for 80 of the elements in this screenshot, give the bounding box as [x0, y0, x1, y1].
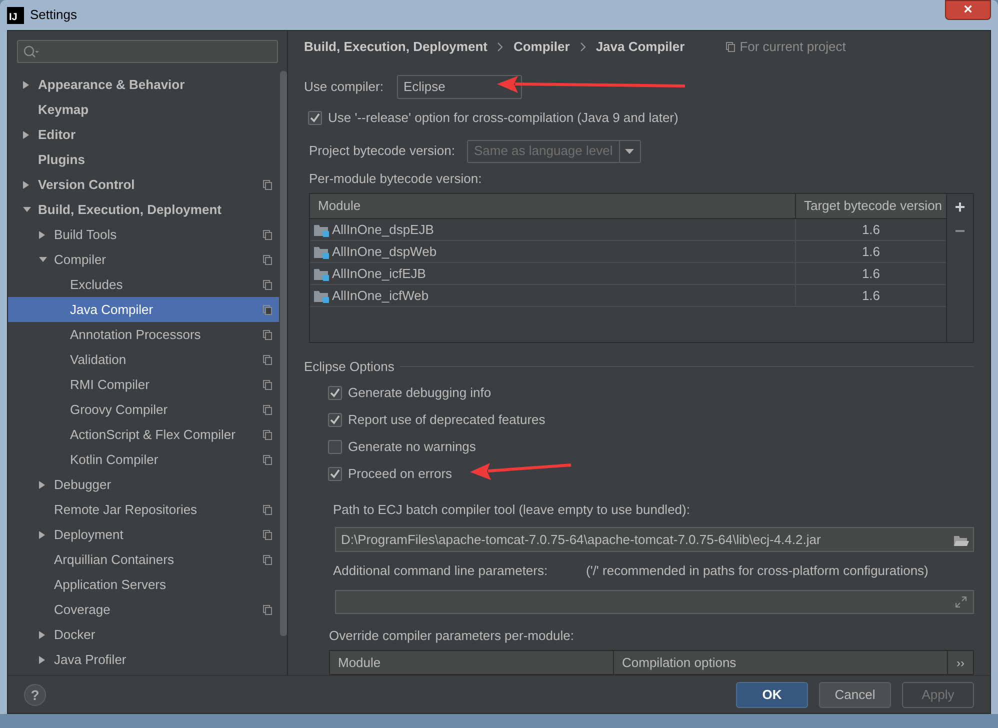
- sidebar-item[interactable]: Deployment: [8, 522, 279, 547]
- checkbox[interactable]: [328, 440, 342, 454]
- sidebar-item[interactable]: Application Servers: [8, 572, 279, 597]
- expand-icon: [955, 596, 967, 608]
- column-header: Compilation options: [613, 651, 947, 674]
- checkbox-label: Use '--release' option for cross-compilation (Java 9 and later): [328, 109, 678, 127]
- sidebar-item[interactable]: Arquillian Containers: [8, 547, 279, 572]
- section-title: Eclipse Options: [304, 358, 394, 376]
- sidebar-item[interactable]: Remote Jar Repositories: [8, 497, 279, 522]
- sidebar-item[interactable]: Build, Execution, Deployment: [8, 197, 279, 222]
- table-cell: 1.6: [795, 285, 946, 306]
- table-cell: 1.6: [795, 263, 946, 284]
- chevron-icon: [497, 42, 504, 52]
- dropdown-arrow-icon: [625, 148, 634, 154]
- table-cell: AllInOne_dspEJB: [310, 219, 795, 240]
- sidebar-item[interactable]: Appearance & Behavior: [8, 72, 279, 97]
- breadcrumb-item: Java Compiler: [596, 38, 685, 56]
- parameters-field[interactable]: [335, 590, 974, 614]
- compiler-dropdown[interactable]: Eclipse: [397, 75, 522, 99]
- checkbox-label: Proceed on errors: [348, 464, 452, 483]
- breadcrumb-item: Build, Execution, Deployment: [304, 38, 488, 56]
- sidebar-item[interactable]: RMI Compiler: [8, 372, 279, 397]
- sidebar-item[interactable]: Excludes: [8, 272, 279, 297]
- breadcrumb-item: Compiler: [513, 38, 570, 56]
- sidebar-item[interactable]: Kotlin Compiler: [8, 447, 279, 472]
- checkbox-label: Report use of deprecated features: [348, 410, 546, 429]
- checkbox[interactable]: [328, 386, 342, 400]
- field-label: Project bytecode version:: [309, 142, 455, 160]
- window-title: Settings: [30, 6, 77, 24]
- checkbox-label: Generate no warnings: [348, 438, 476, 456]
- sidebar-item[interactable]: Docker: [8, 622, 279, 647]
- search-field[interactable]: [17, 40, 278, 63]
- search-icon: [23, 45, 39, 58]
- module-icon: [314, 266, 329, 280]
- sidebar-item[interactable]: Java Compiler: [8, 297, 279, 322]
- table-cell: 1.6: [795, 219, 946, 240]
- scope-note: For current project: [740, 38, 846, 56]
- sidebar-item[interactable]: Debugger: [8, 472, 279, 497]
- sidebar-item[interactable]: Plugins: [8, 147, 279, 172]
- field-label: Additional command line parameters:: [333, 562, 549, 580]
- checkbox[interactable]: [308, 110, 322, 125]
- chevron-icon: [580, 42, 586, 52]
- sidebar-item[interactable]: Annotation Processors: [8, 322, 279, 347]
- hint-text: ('/' recommended in paths for cross-platform configurations): [586, 562, 928, 580]
- field-label: Use compiler:: [304, 78, 384, 96]
- table-cell: AllInOne_icfWeb: [310, 285, 795, 306]
- dialog-button[interactable]: OK: [736, 682, 808, 708]
- table-cell: 1.6: [795, 241, 946, 262]
- sidebar-item[interactable]: Keymap: [8, 97, 279, 122]
- sidebar-item[interactable]: ActionScript & Flex Compiler: [8, 422, 279, 447]
- section-label: Per-module bytecode version:: [309, 170, 483, 188]
- project-scope-icon: [724, 41, 736, 53]
- field-label: Override compiler parameters per-module:: [329, 626, 575, 645]
- column-header: Target bytecode version: [795, 194, 946, 218]
- field-label: Path to ECJ batch compiler tool (leave empty to use bundled):: [333, 500, 691, 519]
- sidebar-item[interactable]: Validation: [8, 347, 279, 372]
- add-button[interactable]: +: [950, 196, 970, 218]
- sidebar-item[interactable]: Coverage: [8, 597, 279, 622]
- module-icon: [314, 222, 329, 236]
- help-button[interactable]: ?: [24, 684, 46, 706]
- path-field[interactable]: D:\ProgramFiles\apache-tomcat-7.0.75-64\apache-tomcat-7.0.75-64\lib\ecj-4.4.2.jar: [335, 527, 974, 552]
- sidebar-item[interactable]: Editor: [8, 122, 279, 147]
- sidebar-item[interactable]: Build Tools: [8, 222, 279, 247]
- column-header: Module: [337, 654, 382, 672]
- sidebar-item[interactable]: Version Control: [8, 172, 279, 197]
- module-icon: [314, 288, 329, 302]
- sidebar-item[interactable]: Groovy Compiler: [8, 397, 279, 422]
- table-cell: AllInOne_icfEJB: [310, 263, 795, 284]
- sidebar-item[interactable]: Compiler: [8, 247, 279, 272]
- app-icon: IJ: [7, 6, 24, 24]
- table-cell: AllInOne_dspWeb: [310, 241, 795, 262]
- column-header: Module: [317, 197, 362, 216]
- checkbox[interactable]: [328, 466, 342, 480]
- dialog-button[interactable]: Cancel: [819, 682, 891, 708]
- sidebar-item[interactable]: Java Profiler: [8, 647, 279, 672]
- more-button[interactable]: ››: [947, 651, 973, 674]
- module-icon: [314, 244, 329, 258]
- checkbox[interactable]: [328, 412, 342, 426]
- close-button[interactable]: ×: [945, 0, 991, 20]
- checkbox-label: Generate debugging info: [348, 384, 492, 402]
